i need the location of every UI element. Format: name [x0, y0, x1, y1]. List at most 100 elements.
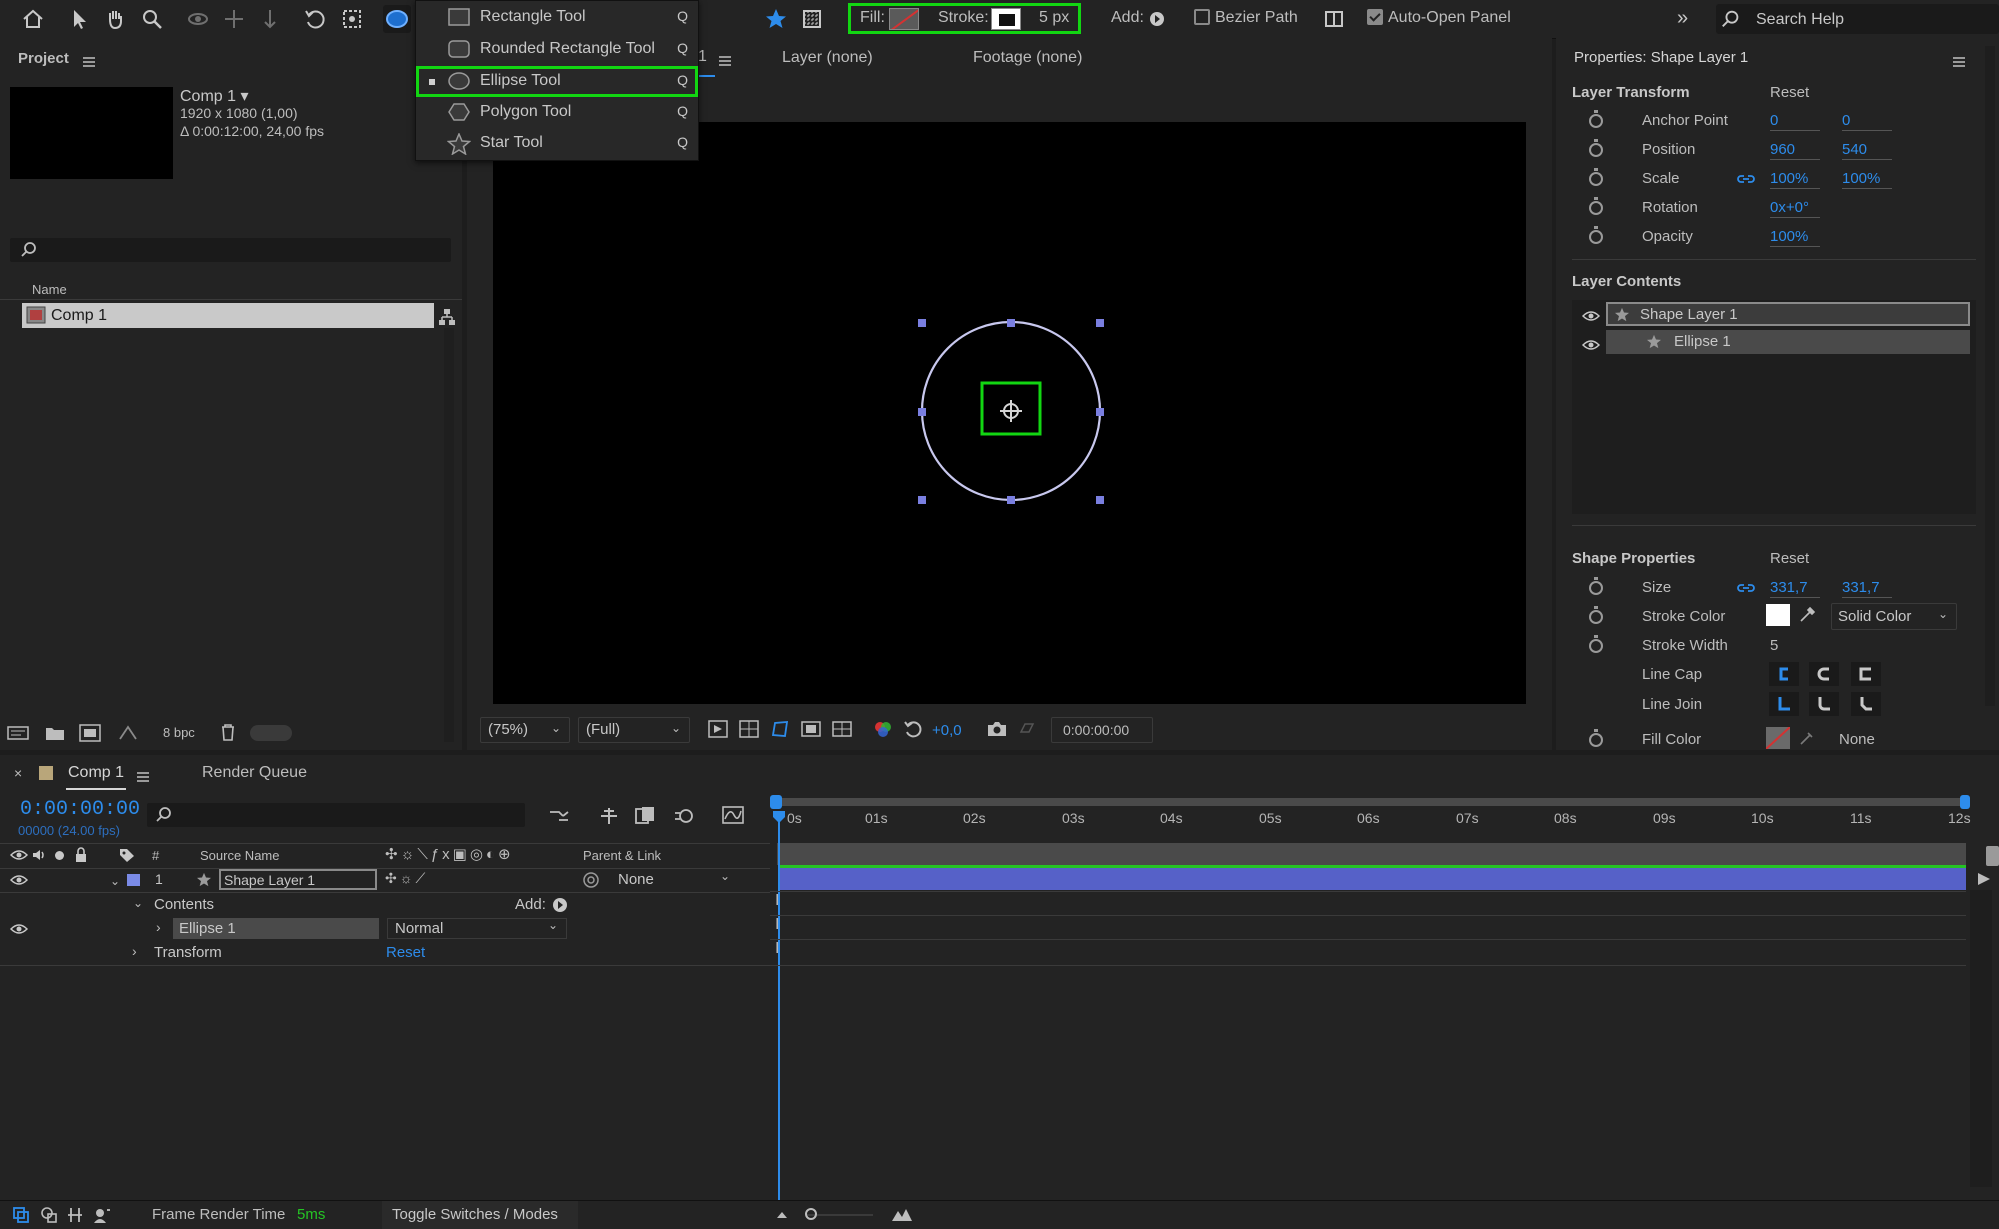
rotation-value[interactable]: 0x+0° [1770, 199, 1820, 218]
menu-item-polygon-tool[interactable]: Polygon Tool Q [416, 97, 698, 128]
layer-color-label[interactable] [127, 874, 140, 886]
column-source-name-header[interactable]: Source Name [200, 848, 279, 863]
eyedropper-icon[interactable] [1798, 604, 1818, 624]
chevron-right-icon[interactable]: › [156, 919, 161, 935]
line-cap-square-button[interactable] [1851, 662, 1881, 686]
size-w-value[interactable]: 331,7 [1770, 579, 1820, 598]
layer-switches-toggle-icon[interactable] [12, 1206, 30, 1224]
checkbox-icon[interactable] [1194, 9, 1210, 25]
stopwatch-icon[interactable] [1589, 577, 1603, 595]
zoom-dropdown[interactable]: (75%) ⌄ [480, 717, 570, 743]
handle-left[interactable] [918, 408, 926, 416]
panel-menu-icon[interactable] [719, 56, 731, 66]
tree-item-shape-layer[interactable]: Shape Layer 1 [1606, 302, 1970, 326]
zoom-out-icon[interactable] [775, 1209, 789, 1221]
pick-whip-icon[interactable] [582, 871, 600, 889]
menu-item-rounded-rectangle-tool[interactable]: Rounded Rectangle Tool Q [416, 34, 698, 65]
position-y-value[interactable]: 540 [1842, 141, 1892, 160]
position-x-value[interactable]: 960 [1770, 141, 1820, 160]
audio-icon[interactable] [31, 848, 47, 862]
label-tag-icon[interactable] [118, 847, 136, 863]
viewer-timecode-field[interactable]: 0:00:00:00 [1051, 717, 1153, 743]
stopwatch-icon[interactable] [1589, 226, 1603, 244]
stopwatch-icon[interactable] [1589, 729, 1603, 747]
handle-top[interactable] [1007, 319, 1015, 327]
stopwatch-icon[interactable] [1589, 635, 1603, 653]
close-tab-icon[interactable]: × [14, 765, 22, 781]
rotate-tool-icon[interactable] [301, 5, 329, 33]
handle-bottom-left[interactable] [918, 496, 926, 504]
stopwatch-icon[interactable] [1589, 606, 1603, 624]
layer-duration-bar[interactable] [779, 868, 1966, 890]
panel-menu-icon[interactable] [1953, 57, 1965, 67]
parent-dropdown[interactable]: None ⌄ [610, 869, 738, 890]
contents-row[interactable]: ⌄ Contents Add: [0, 893, 770, 917]
checkbox-checked-icon[interactable] [1367, 9, 1383, 25]
line-cap-butt-button[interactable] [1769, 662, 1799, 686]
search-help-field[interactable]: Search Help [1716, 4, 1999, 34]
orbit-tool-icon[interactable] [184, 5, 212, 33]
hand-tool-icon[interactable] [101, 5, 129, 33]
stroke-swatch[interactable] [991, 8, 1021, 30]
stroke-label[interactable]: Stroke: [938, 9, 989, 27]
tab-layer[interactable]: Layer (none) [782, 49, 873, 67]
chevron-right-icon[interactable]: › [132, 943, 137, 959]
eye-icon[interactable] [10, 874, 28, 886]
toggle-switches-modes-button[interactable]: Toggle Switches / Modes [382, 1201, 578, 1229]
motion-blur-icon[interactable] [672, 805, 696, 827]
handle-bottom-right[interactable] [1096, 496, 1104, 504]
shape-panel-icon[interactable] [1320, 5, 1348, 33]
work-area-bar[interactable] [771, 798, 1967, 806]
add-label[interactable]: Add: [1111, 9, 1144, 27]
eye-icon[interactable] [10, 849, 28, 861]
zoom-tool-icon[interactable] [138, 5, 166, 33]
comp-mini-flowchart-icon[interactable] [547, 806, 571, 826]
line-join-round-button[interactable] [1809, 692, 1839, 716]
panel-menu-icon[interactable] [137, 772, 149, 782]
transform-row[interactable]: › Transform Reset [0, 941, 770, 966]
panel-menu-icon[interactable] [83, 57, 95, 67]
lock-icon[interactable] [74, 847, 88, 863]
show-snapshot-icon[interactable] [1016, 719, 1038, 739]
transparency-grid-icon[interactable] [738, 719, 760, 739]
opacity-value[interactable]: 100% [1770, 228, 1820, 247]
in-out-toggle-icon[interactable] [66, 1206, 84, 1224]
stroke-width-value[interactable]: 5 [1770, 637, 1778, 654]
region-of-interest-icon[interactable] [800, 719, 822, 739]
fast-previews-icon[interactable] [707, 719, 729, 739]
eye-icon[interactable] [10, 923, 28, 935]
flowchart-icon[interactable] [438, 308, 456, 326]
time-zoom-slider-thumb[interactable] [805, 1208, 817, 1220]
stopwatch-icon[interactable] [1589, 168, 1603, 186]
composition-canvas[interactable] [493, 122, 1526, 704]
blend-mode-dropdown[interactable]: Normal ⌄ [387, 918, 567, 939]
transparency-grid-icon[interactable] [798, 5, 826, 33]
zoom-in-icon[interactable] [890, 1207, 914, 1223]
home-icon[interactable] [19, 5, 47, 33]
ellipse-row[interactable]: › Ellipse 1 Normal ⌄ [0, 917, 770, 941]
scrollbar[interactable] [444, 328, 454, 742]
color-channels-icon[interactable] [872, 719, 894, 739]
scale-x-value[interactable]: 100% [1770, 170, 1820, 189]
stroke-width-value[interactable]: 5 px [1039, 9, 1069, 27]
trash-icon[interactable] [219, 722, 237, 742]
handle-bottom[interactable] [1007, 496, 1015, 504]
frame-blending-icon[interactable] [633, 805, 657, 827]
anchor-tool-icon[interactable] [338, 5, 366, 33]
layer-row[interactable]: ⌄ 1 Shape Layer 1 ✣☼⟋ None ⌄ [0, 868, 770, 893]
link-constrain-icon[interactable] [1736, 580, 1756, 596]
project-panel-title[interactable]: Project [18, 50, 69, 67]
star-icon[interactable] [762, 5, 790, 33]
dolly-tool-icon[interactable] [256, 5, 284, 33]
stopwatch-icon[interactable] [1589, 197, 1603, 215]
tab-footage[interactable]: Footage (none) [973, 49, 1082, 67]
anchor-y-value[interactable]: 0 [1842, 112, 1892, 131]
bezier-path-checkbox[interactable]: Bezier Path [1194, 9, 1298, 27]
scrollbar[interactable] [1985, 46, 1995, 706]
project-search-input[interactable] [10, 238, 451, 262]
new-composition-icon[interactable] [78, 723, 102, 743]
work-area-end-handle[interactable] [1960, 795, 1970, 809]
line-join-bevel-button[interactable] [1851, 692, 1881, 716]
render-time-toggle-icon[interactable] [92, 1206, 112, 1224]
stroke-color-mode-dropdown[interactable]: Solid Color ⌄ [1831, 603, 1957, 630]
